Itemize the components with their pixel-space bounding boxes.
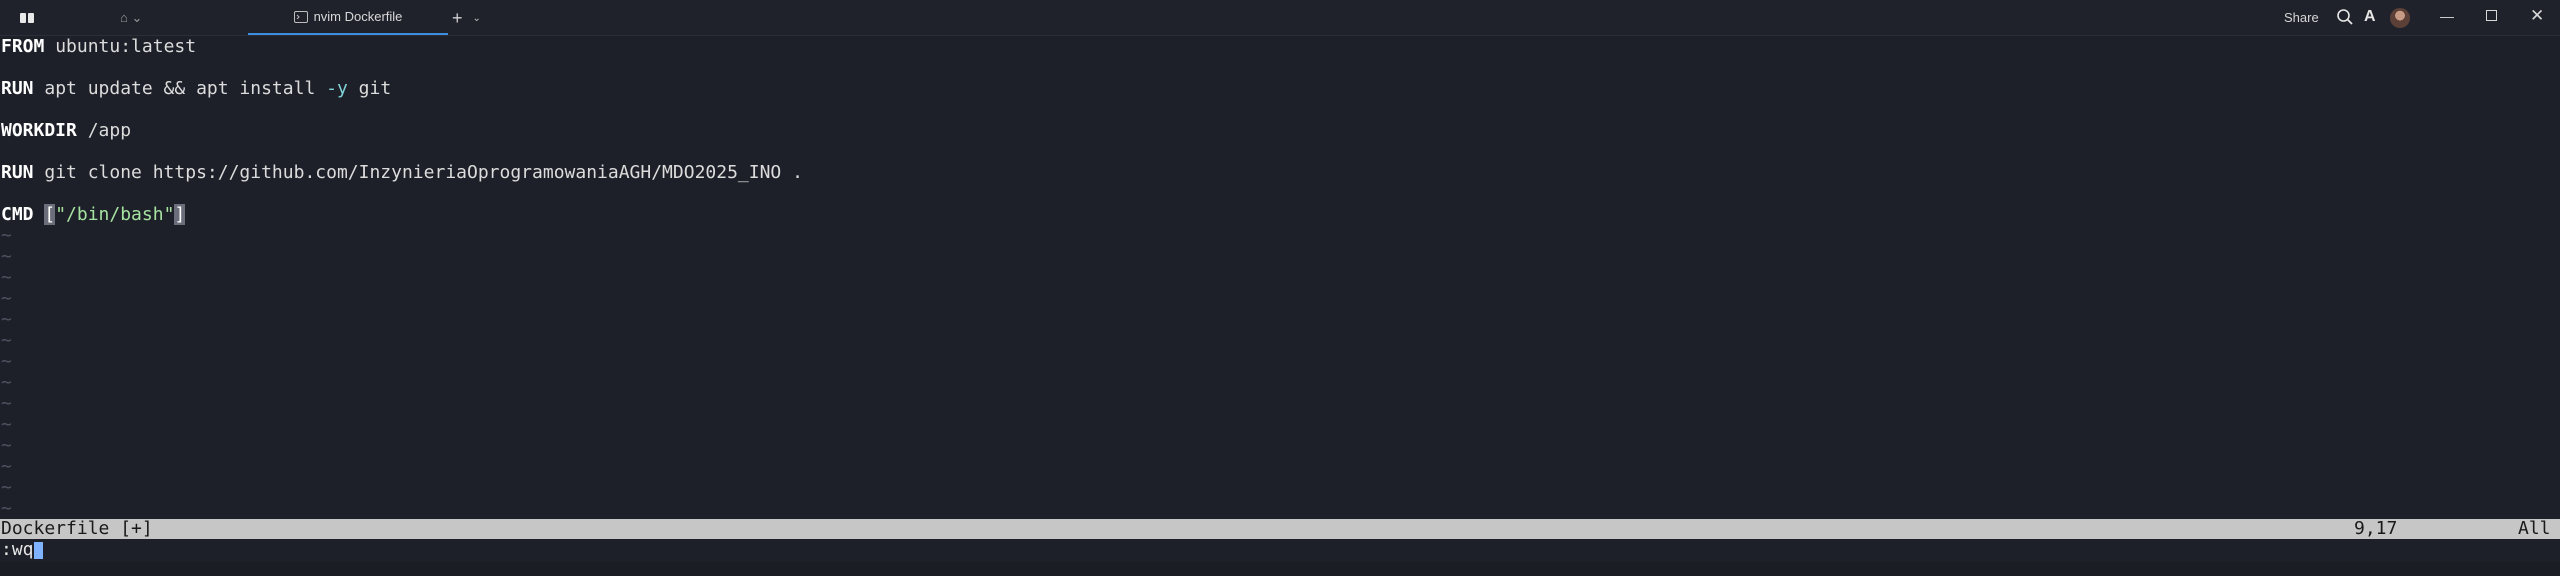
title-bar: ⌂ ⌄ nvim Dockerfile + ⌄ Share A — ✕ [0,0,2560,36]
text-cursor [34,542,43,559]
font-icon[interactable]: A [2364,8,2376,26]
status-scroll-percent: All [2518,518,2551,539]
empty-line-marker: ~ [1,246,12,267]
code-line-workdir: WORKDIR /app [1,120,132,141]
empty-line-marker: ~ [1,498,12,519]
share-label: Share [2284,10,2319,25]
empty-line-marker: ~ [1,309,12,330]
matched-bracket-close: ] [174,204,186,225]
command-line[interactable]: :wq [0,539,2560,561]
empty-line-marker: ~ [1,267,12,288]
maximize-button[interactable] [2486,10,2497,21]
editor-buffer[interactable]: FROM ubuntu:latest RUN apt update && apt… [0,36,2560,520]
new-tab-button[interactable]: + ⌄ [452,7,481,29]
code-line-from: FROM ubuntu:latest [1,36,197,57]
share-button[interactable]: Share [2284,10,2319,25]
tab-inactive-label: ⌂ ⌄ [120,10,143,25]
code-line-run-git: RUN git clone https://github.com/Inzynie… [1,162,803,183]
close-icon: ✕ [2530,6,2545,25]
empty-line-marker: ~ [1,456,12,477]
plus-icon: + [452,7,463,28]
code-line-run-apt: RUN apt update && apt install -y git [1,78,392,99]
empty-line-marker: ~ [1,414,12,435]
command-input[interactable]: :wq [1,539,34,561]
empty-line-marker: ~ [1,477,12,498]
terminal-icon [293,10,308,23]
tab-active[interactable]: nvim Dockerfile [248,0,448,35]
matched-bracket-open: [ [44,204,56,225]
chevron-down-icon[interactable]: ⌄ [473,13,481,24]
empty-line-marker: ~ [1,288,12,309]
empty-line-marker: ~ [1,225,12,246]
terminal-bottom-padding [0,562,2560,576]
empty-line-marker: ~ [1,351,12,372]
minimize-icon: — [2440,8,2454,24]
code-line-cmd: CMD ["/bin/bash"] [1,204,186,225]
tab-title: nvim Dockerfile [313,9,403,24]
minimize-button[interactable]: — [2440,8,2454,24]
empty-line-marker: ~ [1,330,12,351]
tab-inactive[interactable]: ⌂ ⌄ [120,8,142,28]
status-cursor-position: 9,17 [2354,518,2398,539]
close-button[interactable]: ✕ [2530,6,2544,26]
empty-line-marker: ~ [1,393,12,414]
system-menu-icon[interactable] [20,9,38,27]
empty-line-marker: ~ [1,372,12,393]
search-icon[interactable] [2336,8,2354,26]
status-filename: Dockerfile [+] [1,518,153,539]
avatar[interactable] [2390,8,2410,28]
status-line: Dockerfile [+] 9,17 All [0,519,2560,539]
empty-line-marker: ~ [1,435,12,456]
